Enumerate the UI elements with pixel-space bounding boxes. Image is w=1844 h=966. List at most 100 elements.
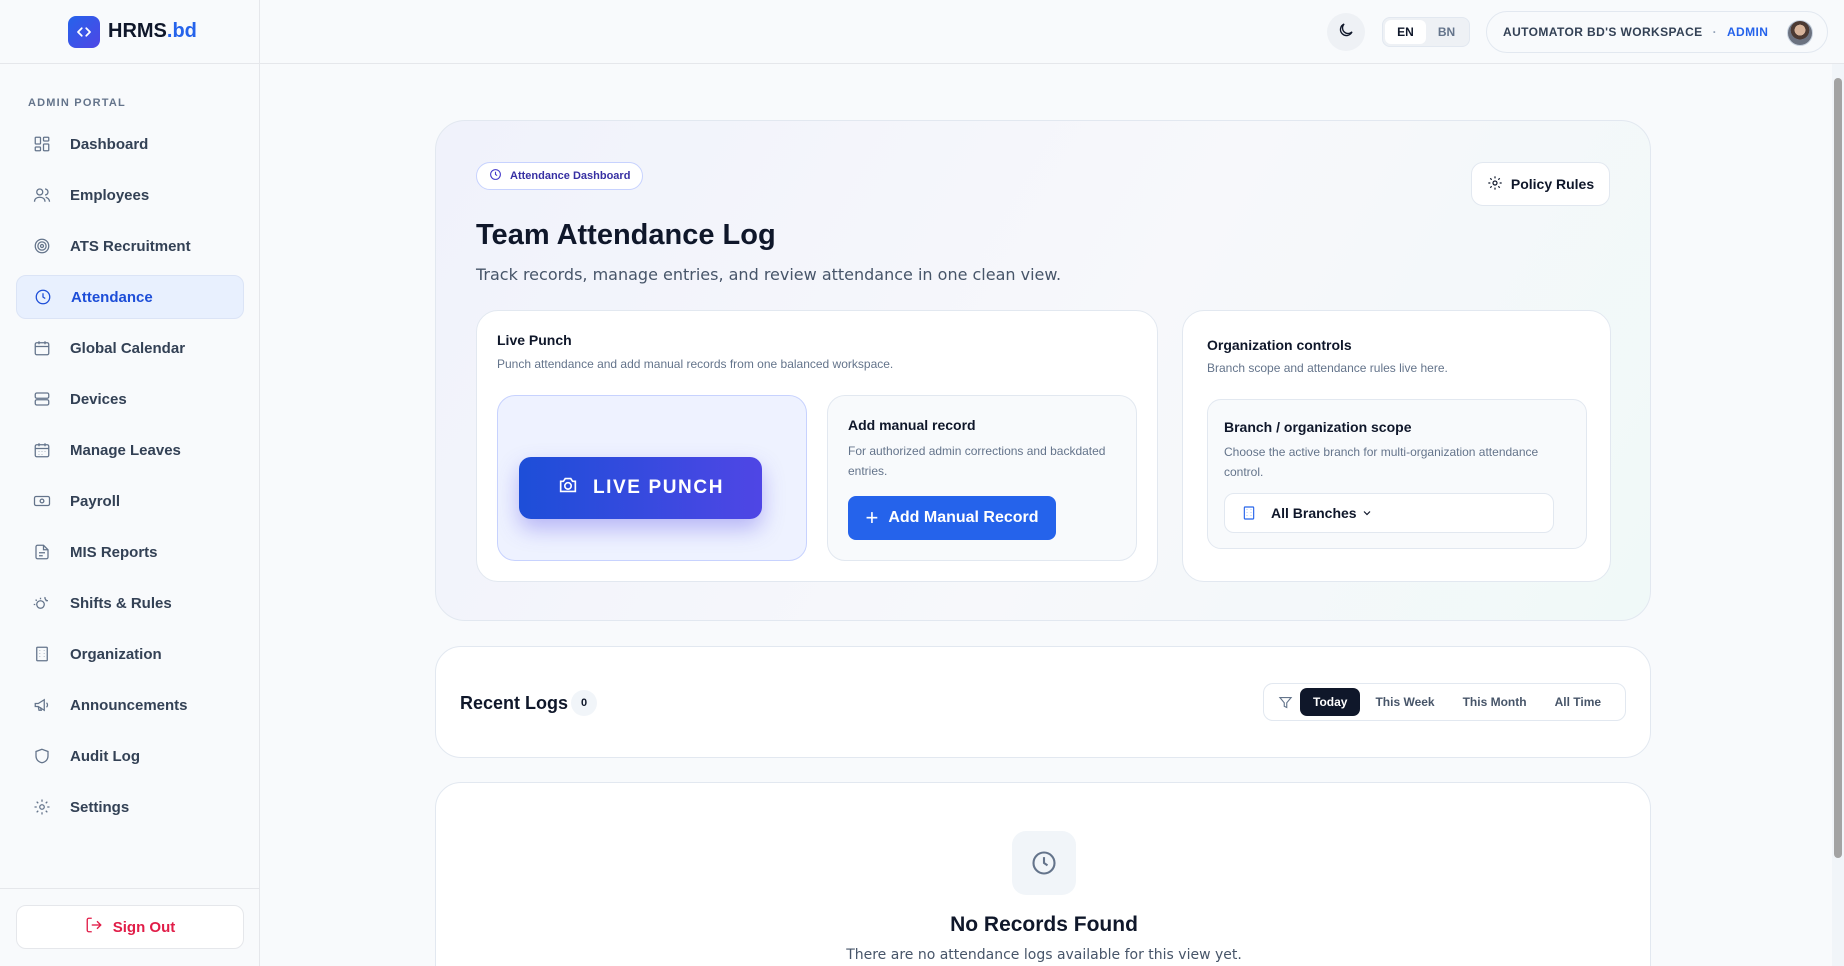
sidebar-item-label: Global Calendar <box>70 339 186 357</box>
live-punch-button[interactable]: LIVE PUNCH <box>519 457 762 519</box>
add-manual-record-button[interactable]: + Add Manual Record <box>848 496 1056 540</box>
building-icon <box>1241 505 1271 521</box>
sidebar-item-label: Settings <box>70 798 130 816</box>
log-out-icon <box>85 916 113 938</box>
branch-scope-panel: Branch / organization scope Choose the a… <box>1207 399 1587 549</box>
brand[interactable]: HRMS.bd <box>0 0 259 64</box>
language-switch: EN BN <box>1382 17 1470 47</box>
live-punch-card: Live Punch Punch attendance and add manu… <box>476 310 1158 582</box>
sidebar-item-label: Payroll <box>70 492 121 510</box>
organization-controls-description: Branch scope and attendance rules live h… <box>1207 361 1448 375</box>
brand-name: HRMS.bd <box>108 20 197 43</box>
sign-out-button[interactable]: Sign Out <box>16 905 244 949</box>
sidebar-nav: Dashboard Employees ATS Recruitment Atte… <box>16 122 244 836</box>
clock-icon <box>489 168 510 184</box>
workspace-name: AUTOMATOR BD'S WORKSPACE <box>1503 25 1703 39</box>
sidebar-item-devices[interactable]: Devices <box>16 377 244 421</box>
users-icon <box>32 185 52 205</box>
page-title: Team Attendance Log <box>476 219 776 251</box>
sidebar-item-global-calendar[interactable]: Global Calendar <box>16 326 244 370</box>
chevron-down-icon <box>1357 507 1373 519</box>
sidebar-item-manage-leaves[interactable]: Manage Leaves <box>16 428 244 472</box>
attendance-dashboard-pill: Attendance Dashboard <box>476 162 644 190</box>
brand-name-tld: .bd <box>166 20 197 42</box>
brand-name-main: HRMS <box>108 20 167 42</box>
calendar-days-icon <box>32 440 52 460</box>
branch-scope-description: Choose the active branch for multi-organ… <box>1224 445 1539 479</box>
sidebar: HRMS.bd ADMIN PORTAL Dashboard Employees… <box>0 0 260 966</box>
sun-moon-icon <box>32 593 52 613</box>
branch-select-value: All Branches <box>1271 505 1357 521</box>
recent-logs-card: Recent Logs 0 Today This Week This Month… <box>435 646 1651 758</box>
filter-this-week[interactable]: This Week <box>1362 688 1447 716</box>
avatar[interactable] <box>1787 20 1813 46</box>
page-subtitle: Track records, manage entries, and revie… <box>476 265 1062 284</box>
page-scrollbar-thumb[interactable] <box>1834 78 1842 858</box>
live-punch-label: LIVE PUNCH <box>592 477 725 498</box>
sidebar-item-mis-reports[interactable]: MIS Reports <box>16 530 244 574</box>
sidebar-item-label: Devices <box>70 390 127 408</box>
manual-record-panel: Add manual record For authorized admin c… <box>827 395 1137 561</box>
sidebar-item-label: Employees <box>70 186 150 204</box>
policy-rules-label: Policy Rules <box>1510 176 1595 192</box>
user-role: ADMIN <box>1726 25 1769 39</box>
clock-icon <box>33 287 53 307</box>
sidebar-item-label: ATS Recruitment <box>70 237 191 255</box>
filter-icon[interactable] <box>1270 695 1300 710</box>
sidebar-item-attendance[interactable]: Attendance <box>16 275 244 319</box>
sidebar-item-employees[interactable]: Employees <box>16 173 244 217</box>
topbar: EN BN AUTOMATOR BD'S WORKSPACE · ADMIN <box>260 0 1844 64</box>
organization-controls-title: Organization controls <box>1207 337 1352 353</box>
filter-this-month[interactable]: This Month <box>1450 688 1540 716</box>
moon-icon <box>1337 21 1355 44</box>
gear-icon <box>1487 175 1511 194</box>
sidebar-item-payroll[interactable]: Payroll <box>16 479 244 523</box>
sidebar-item-announcements[interactable]: Announcements <box>16 683 244 727</box>
sidebar-item-organization[interactable]: Organization <box>16 632 244 676</box>
recent-logs-title: Recent Logs <box>460 693 569 713</box>
sidebar-item-label: Organization <box>70 645 162 663</box>
clock-icon <box>1012 831 1076 895</box>
sidebar-item-label: Manage Leaves <box>70 441 181 459</box>
sidebar-item-ats-recruitment[interactable]: ATS Recruitment <box>16 224 244 268</box>
policy-rules-button[interactable]: Policy Rules <box>1471 162 1610 206</box>
banknote-icon <box>32 491 52 511</box>
portal-label: ADMIN PORTAL <box>28 97 126 109</box>
manual-record-description: For authorized admin corrections and bac… <box>848 444 1106 478</box>
empty-state-title: No Records Found <box>950 913 1138 936</box>
theme-toggle-button[interactable] <box>1327 13 1365 51</box>
lang-en-button[interactable]: EN <box>1385 20 1426 44</box>
live-punch-panel: LIVE PUNCH <box>497 395 807 561</box>
date-filter: Today This Week This Month All Time <box>1263 683 1626 721</box>
sidebar-item-label: Shifts & Rules <box>70 594 172 612</box>
calendar-icon <box>32 338 52 358</box>
workspace-separator: · <box>1712 25 1717 39</box>
filter-all-time[interactable]: All Time <box>1542 688 1614 716</box>
sidebar-item-label: Attendance <box>71 288 153 306</box>
sign-out-label: Sign Out <box>112 918 176 936</box>
manual-record-title: Add manual record <box>848 417 976 433</box>
branch-select[interactable]: All Branches <box>1224 493 1554 533</box>
code-logo-icon <box>68 16 100 48</box>
file-report-icon <box>32 542 52 562</box>
camera-icon <box>557 474 593 502</box>
gear-icon <box>32 797 52 817</box>
recent-logs-count-badge: 0 <box>571 690 597 716</box>
branch-scope-title: Branch / organization scope <box>1224 419 1412 435</box>
live-punch-description: Punch attendance and add manual records … <box>497 357 894 371</box>
attendance-hero-card: Attendance Dashboard Policy Rules Team A… <box>435 120 1651 621</box>
filter-today[interactable]: Today <box>1300 688 1361 716</box>
empty-state-subtitle: There are no attendance logs available f… <box>846 947 1242 963</box>
workspace-menu[interactable]: AUTOMATOR BD'S WORKSPACE · ADMIN <box>1486 11 1828 53</box>
dashboard-icon <box>32 134 52 154</box>
sidebar-item-shifts-rules[interactable]: Shifts & Rules <box>16 581 244 625</box>
sidebar-item-dashboard[interactable]: Dashboard <box>16 122 244 166</box>
live-punch-title: Live Punch <box>497 332 572 348</box>
sidebar-item-settings[interactable]: Settings <box>16 785 244 829</box>
sidebar-item-label: Dashboard <box>70 135 149 153</box>
sidebar-footer: Sign Out <box>0 888 260 966</box>
sidebar-item-label: Announcements <box>70 696 188 714</box>
lang-bn-button[interactable]: BN <box>1426 20 1467 44</box>
sidebar-item-audit-log[interactable]: Audit Log <box>16 734 244 778</box>
add-manual-record-label: Add Manual Record <box>888 509 1039 526</box>
